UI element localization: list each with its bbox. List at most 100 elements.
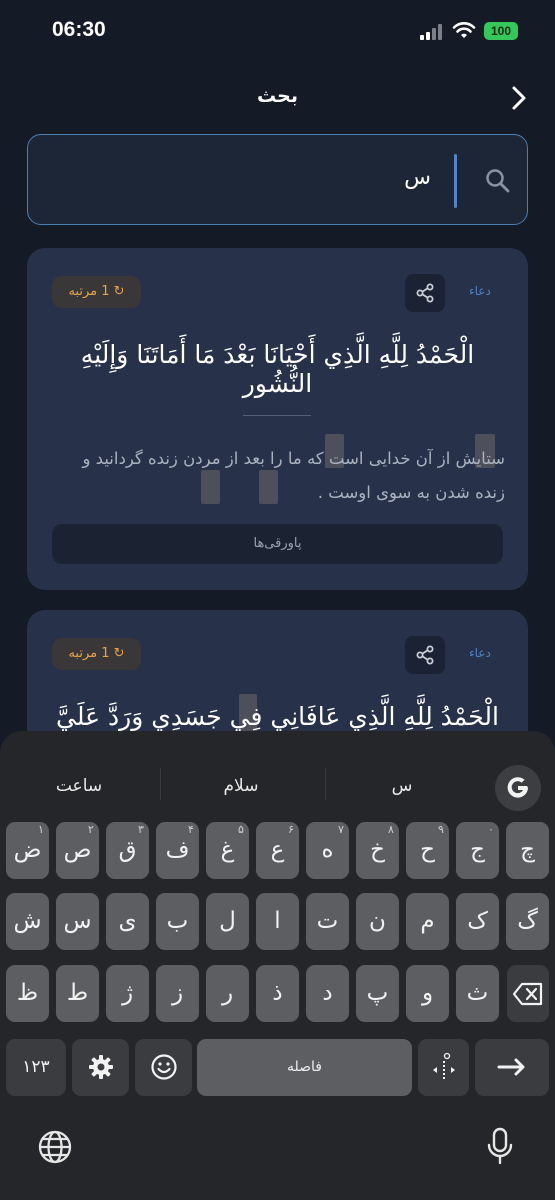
letter-key[interactable]: ض۱ xyxy=(6,822,49,879)
letter-key[interactable]: ق۳ xyxy=(106,822,149,879)
key-label: چ xyxy=(520,837,535,863)
letter-key[interactable]: ث xyxy=(456,965,499,1022)
key-hint-number: ۹ xyxy=(438,823,444,836)
emoji-key[interactable] xyxy=(135,1039,192,1096)
cursor-move-icon xyxy=(432,1052,455,1079)
key-label: ک xyxy=(467,908,488,934)
key-label: م xyxy=(420,908,435,934)
dua-card: دعاء ↻ 1 مرتبه الْحَمْدُ لِلَّهِ الَّذِي… xyxy=(27,248,528,590)
letter-key[interactable]: ی xyxy=(106,893,149,950)
repeat-icon: ↻ xyxy=(113,284,125,299)
divider xyxy=(243,415,311,416)
letter-key[interactable]: س xyxy=(56,893,99,950)
letter-key[interactable]: ظ xyxy=(6,965,49,1022)
letter-key[interactable]: و xyxy=(406,965,449,1022)
letter-key[interactable]: ن xyxy=(356,893,399,950)
letter-key[interactable]: ل xyxy=(206,893,249,950)
letter-key[interactable]: ک xyxy=(456,893,499,950)
share-icon xyxy=(416,645,434,665)
numbers-key[interactable]: ۱۲۳ xyxy=(6,1039,66,1096)
translation-text: ستایش از آن خدایی است که ما را بعد از مر… xyxy=(82,449,505,502)
category-tag: دعاء xyxy=(469,284,491,298)
letter-key[interactable]: ح۹ xyxy=(406,822,449,879)
key-label: گ xyxy=(517,908,538,934)
divider xyxy=(160,768,161,800)
letter-key[interactable]: ه۷ xyxy=(306,822,349,879)
key-label: ش xyxy=(13,908,42,934)
letter-key[interactable]: ذ xyxy=(256,965,299,1022)
key-label: ب xyxy=(166,908,189,934)
key-label: ت xyxy=(316,908,339,934)
letter-key[interactable]: گ xyxy=(506,893,549,950)
letter-key[interactable]: ص۲ xyxy=(56,822,99,879)
footnotes-button[interactable]: پاورقی‌ها xyxy=(52,524,503,564)
key-label: ذ xyxy=(272,980,283,1006)
letter-key[interactable]: ج۰ xyxy=(456,822,499,879)
share-button[interactable] xyxy=(405,636,445,674)
google-g-icon[interactable] xyxy=(495,765,541,811)
key-label: و xyxy=(421,980,434,1006)
letter-key[interactable]: د xyxy=(306,965,349,1022)
letter-key[interactable]: م xyxy=(406,893,449,950)
key-label: ث xyxy=(466,980,489,1006)
key-label: ظ xyxy=(16,980,39,1006)
key-label: ط xyxy=(66,980,89,1006)
letter-key[interactable]: چ xyxy=(506,822,549,879)
key-label: ص xyxy=(63,837,92,863)
cursor-key[interactable] xyxy=(418,1039,469,1096)
letter-key[interactable]: ف۴ xyxy=(156,822,199,879)
letter-key[interactable]: خ۸ xyxy=(356,822,399,879)
category-tag: دعاء xyxy=(469,646,491,660)
suggestion-item[interactable]: ساعت xyxy=(4,776,154,796)
globe-icon[interactable] xyxy=(37,1129,73,1165)
letter-key[interactable]: ز xyxy=(156,965,199,1022)
settings-key[interactable] xyxy=(72,1039,129,1096)
suggestion-item[interactable]: سلام xyxy=(166,776,316,796)
letter-key[interactable]: غ۵ xyxy=(206,822,249,879)
letter-key[interactable]: ش xyxy=(6,893,49,950)
key-label: ر xyxy=(221,980,234,1006)
letter-key[interactable]: ب xyxy=(156,893,199,950)
repeat-icon: ↻ xyxy=(113,646,125,661)
arabic-text: الْحَمْدُ لِلَّهِ الَّذِي أَحْيَانَا بَع… xyxy=(80,340,475,398)
status-time: 06:30 xyxy=(52,18,106,41)
backspace-icon xyxy=(512,982,543,1006)
letter-key[interactable]: ا xyxy=(256,893,299,950)
key-label: ل xyxy=(219,908,236,934)
letter-key[interactable]: ع۶ xyxy=(256,822,299,879)
key-label: پ xyxy=(366,980,389,1006)
key-hint-number: ۴ xyxy=(188,823,194,836)
letter-key[interactable]: ط xyxy=(56,965,99,1022)
key-label: س xyxy=(63,908,92,934)
key-hint-number: ۳ xyxy=(138,823,144,836)
battery-indicator: 100 xyxy=(484,22,518,40)
key-hint-number: ۸ xyxy=(388,823,394,836)
key-label: د xyxy=(322,980,333,1006)
microphone-icon[interactable] xyxy=(486,1127,514,1167)
share-button[interactable] xyxy=(405,274,445,312)
key-label: غ xyxy=(220,837,235,863)
wifi-icon xyxy=(452,22,476,38)
key-label: ض xyxy=(13,837,42,863)
divider xyxy=(325,768,326,800)
gear-icon xyxy=(88,1055,113,1079)
suggestion-item[interactable]: س xyxy=(327,776,477,796)
letter-key[interactable]: ت xyxy=(306,893,349,950)
letter-key[interactable]: ر xyxy=(206,965,249,1022)
space-key[interactable]: فاصله xyxy=(197,1039,412,1096)
status-bar: 06:30 100 xyxy=(0,0,555,64)
key-label: ژ xyxy=(121,980,134,1006)
repeat-count-badge: ↻ 1 مرتبه xyxy=(52,638,141,670)
key-label: ح xyxy=(420,837,435,863)
letter-key[interactable]: ژ xyxy=(106,965,149,1022)
letter-key[interactable]: پ xyxy=(356,965,399,1022)
backspace-key[interactable] xyxy=(507,965,549,1022)
key-label: ع xyxy=(270,837,285,863)
chevron-right-icon[interactable] xyxy=(505,84,533,112)
search-field[interactable]: س xyxy=(27,134,528,225)
key-label: ف xyxy=(165,837,190,863)
enter-key[interactable] xyxy=(475,1039,549,1096)
search-input[interactable]: س xyxy=(404,165,431,190)
key-label: ق xyxy=(118,837,137,863)
search-icon xyxy=(486,169,510,193)
